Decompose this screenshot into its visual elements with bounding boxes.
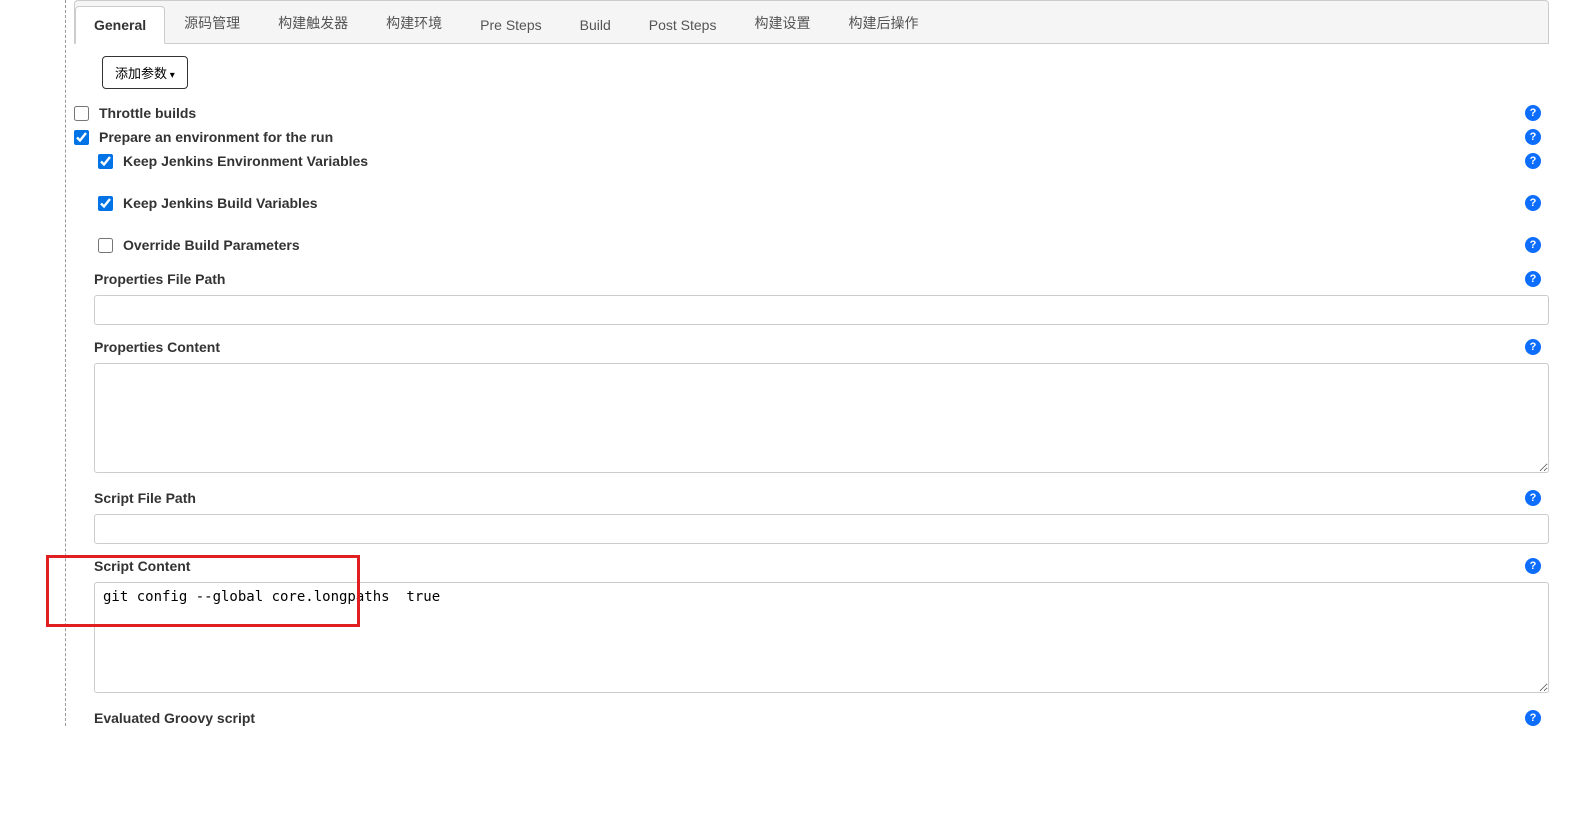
throttle-builds-checkbox[interactable]	[74, 106, 89, 121]
throttle-builds-row: Throttle builds ?	[74, 101, 1549, 125]
help-icon[interactable]: ?	[1525, 105, 1541, 121]
prepare-env-row: Prepare an environment for the run ?	[74, 125, 1549, 149]
prepare-env-label[interactable]: Prepare an environment for the run	[99, 129, 333, 145]
keep-build-vars-label[interactable]: Keep Jenkins Build Variables	[123, 195, 318, 211]
tab-4[interactable]: Pre Steps	[461, 6, 560, 44]
script-file-path-label: Script File Path	[94, 490, 1549, 506]
tab-0[interactable]: General	[75, 6, 165, 44]
help-icon[interactable]: ?	[1525, 271, 1541, 287]
add-parameter-button[interactable]: 添加参数	[102, 56, 188, 89]
help-icon[interactable]: ?	[1525, 237, 1541, 253]
prepare-env-checkbox[interactable]	[74, 130, 89, 145]
script-file-path-block: ? Script File Path	[74, 490, 1549, 544]
properties-file-path-label: Properties File Path	[94, 271, 1549, 287]
tab-6[interactable]: Post Steps	[630, 6, 736, 44]
help-icon[interactable]: ?	[1525, 195, 1541, 211]
keep-build-vars-row: Keep Jenkins Build Variables ?	[74, 191, 1549, 215]
tab-5[interactable]: Build	[561, 6, 630, 44]
evaluated-groovy-block: ? Evaluated Groovy script	[74, 710, 1549, 726]
tab-8[interactable]: 构建后操作	[829, 2, 937, 44]
keep-build-vars-checkbox[interactable]	[98, 196, 113, 211]
properties-file-path-block: ? Properties File Path	[74, 271, 1549, 325]
script-content-label: Script Content	[94, 558, 1549, 574]
help-icon[interactable]: ?	[1525, 339, 1541, 355]
keep-env-vars-row: Keep Jenkins Environment Variables ?	[74, 149, 1549, 173]
tab-3[interactable]: 构建环境	[367, 2, 461, 44]
tab-2[interactable]: 构建触发器	[259, 2, 367, 44]
keep-env-vars-label[interactable]: Keep Jenkins Environment Variables	[123, 153, 368, 169]
keep-env-vars-checkbox[interactable]	[98, 154, 113, 169]
override-params-label[interactable]: Override Build Parameters	[123, 237, 300, 253]
properties-content-textarea[interactable]	[94, 363, 1549, 473]
help-icon[interactable]: ?	[1525, 129, 1541, 145]
override-params-checkbox[interactable]	[98, 238, 113, 253]
tab-1[interactable]: 源码管理	[165, 2, 259, 44]
properties-content-block: ? Properties Content	[74, 339, 1549, 476]
config-tabs: General源码管理构建触发器构建环境Pre StepsBuildPost S…	[74, 0, 1549, 44]
properties-file-path-input[interactable]	[94, 295, 1549, 325]
script-content-block: ? Script Content	[74, 558, 1549, 696]
tab-7[interactable]: 构建设置	[735, 2, 829, 44]
help-icon[interactable]: ?	[1525, 710, 1541, 726]
help-icon[interactable]: ?	[1525, 490, 1541, 506]
evaluated-groovy-label: Evaluated Groovy script	[94, 710, 1549, 726]
throttle-builds-label[interactable]: Throttle builds	[99, 105, 196, 121]
properties-content-label: Properties Content	[94, 339, 1549, 355]
help-icon[interactable]: ?	[1525, 153, 1541, 169]
help-icon[interactable]: ?	[1525, 558, 1541, 574]
override-params-row: Override Build Parameters ?	[74, 233, 1549, 257]
script-file-path-input[interactable]	[94, 514, 1549, 544]
script-content-textarea[interactable]	[94, 582, 1549, 693]
